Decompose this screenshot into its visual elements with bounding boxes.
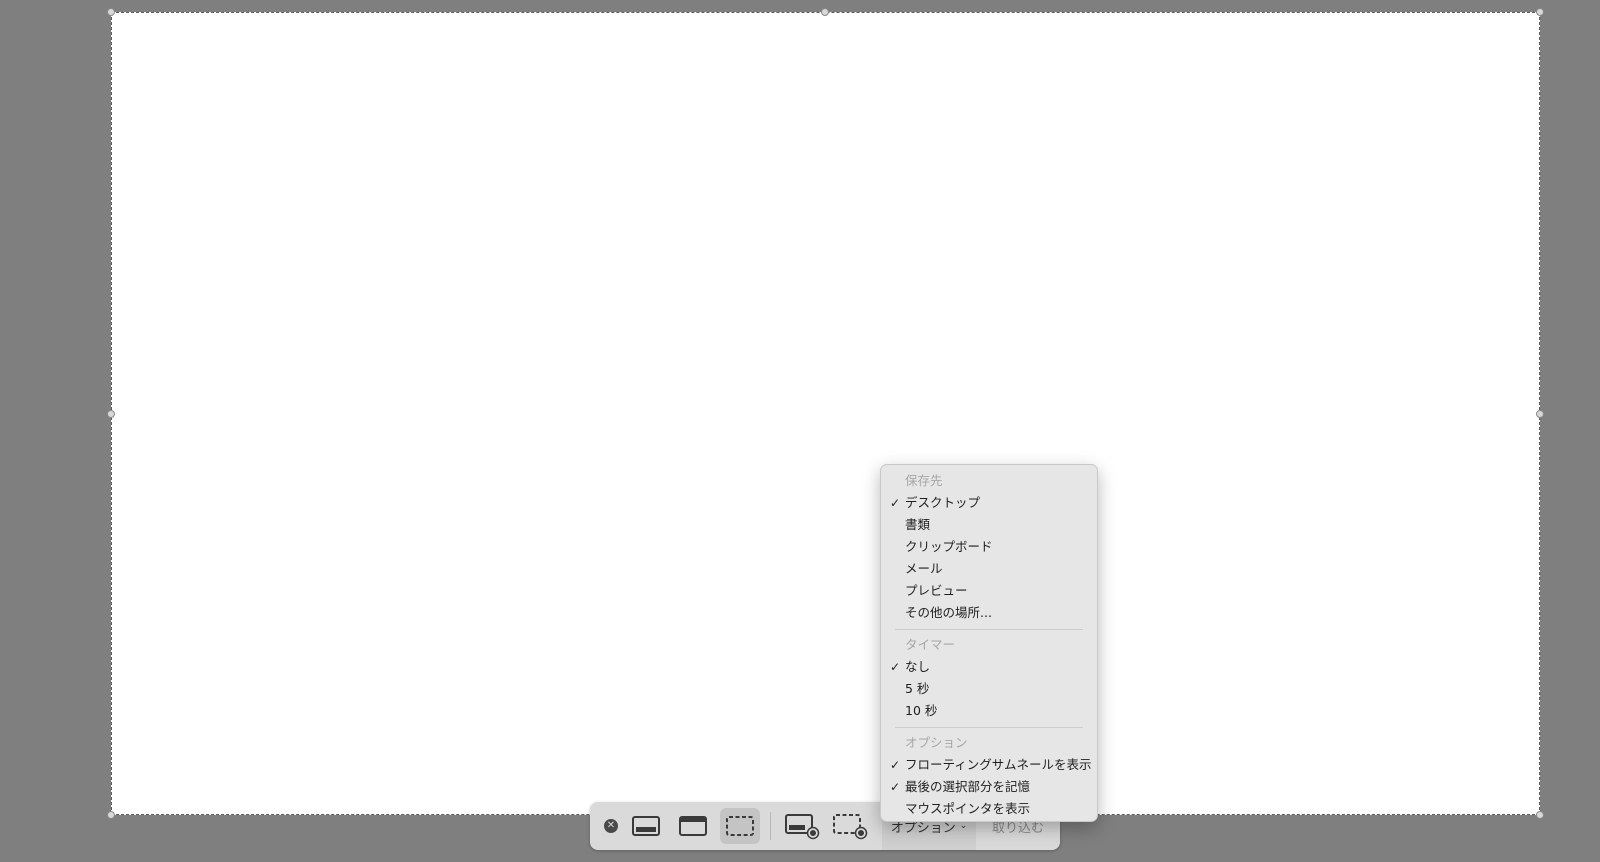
menu-item-show-mouse-pointer[interactable]: マウスポインタを表示 <box>881 798 1097 820</box>
menu-header-save-location: 保存先 <box>905 473 943 488</box>
menu-header-options: オプション <box>905 735 968 750</box>
entire-screen-icon <box>632 816 660 836</box>
resize-handle-middle-right[interactable] <box>1536 410 1544 418</box>
capture-window-button[interactable] <box>673 808 713 844</box>
menu-item-label: プレビュー <box>905 583 968 598</box>
checkmark-icon: ✓ <box>890 660 901 674</box>
menu-item-documents[interactable]: 書類 <box>881 514 1097 536</box>
menu-item-label: マウスポインタを表示 <box>905 801 1031 816</box>
resize-handle-middle-left[interactable] <box>107 410 115 418</box>
record-selection-icon <box>833 814 868 840</box>
resize-handle-top-center[interactable] <box>821 8 829 16</box>
menu-item-label: 最後の選択部分を記憶 <box>905 779 1031 794</box>
menu-item-clipboard[interactable]: クリップボード <box>881 536 1097 558</box>
menu-item-preview[interactable]: プレビュー <box>881 580 1097 602</box>
toolbar-divider <box>770 812 771 840</box>
menu-item-show-floating-thumbnail[interactable]: ✓ フローティングサムネールを表示 <box>881 754 1097 776</box>
menu-item-timer-none[interactable]: ✓ なし <box>881 656 1097 678</box>
menu-item-label: なし <box>905 659 931 674</box>
menu-item-label: フローティングサムネールを表示 <box>905 757 1092 772</box>
window-icon <box>679 816 707 836</box>
checkmark-icon: ✓ <box>890 496 901 510</box>
resize-handle-bottom-right[interactable] <box>1536 811 1544 819</box>
menu-item-label: メール <box>905 561 943 576</box>
menu-item-label: 10 秒 <box>905 703 938 718</box>
record-screen-icon <box>785 814 820 840</box>
menu-item-desktop[interactable]: ✓ デスクトップ <box>881 492 1097 514</box>
menu-item-other-location[interactable]: その他の場所... <box>881 602 1097 624</box>
capture-selection-area[interactable] <box>111 12 1540 815</box>
resize-handle-bottom-left[interactable] <box>107 811 115 819</box>
menu-separator <box>895 629 1083 630</box>
resize-handle-top-right[interactable] <box>1536 8 1544 16</box>
menu-item-mail[interactable]: メール <box>881 558 1097 580</box>
record-entire-screen-button[interactable] <box>782 808 822 844</box>
selection-icon <box>726 816 754 836</box>
chevron-down-icon: ⌄ <box>959 821 968 831</box>
menu-separator <box>895 727 1083 728</box>
menu-item-label: その他の場所... <box>905 605 992 620</box>
capture-entire-screen-button[interactable] <box>626 808 666 844</box>
record-selection-button[interactable] <box>830 808 870 844</box>
menu-item-label: クリップボード <box>905 539 993 554</box>
menu-item-timer-5s[interactable]: 5 秒 <box>881 678 1097 700</box>
menu-item-label: 5 秒 <box>905 681 930 696</box>
menu-header-timer: タイマー <box>905 637 956 652</box>
options-menu: 保存先 ✓ デスクトップ 書類 クリップボード メール プレビュー その他の場所… <box>880 464 1098 822</box>
menu-item-remember-last-selection[interactable]: ✓ 最後の選択部分を記憶 <box>881 776 1097 798</box>
checkmark-icon: ✓ <box>890 780 901 794</box>
close-icon: ✕ <box>606 820 616 831</box>
close-button[interactable]: ✕ <box>604 819 618 833</box>
capture-selection-button[interactable] <box>720 808 760 844</box>
checkmark-icon: ✓ <box>890 758 901 772</box>
menu-item-label: デスクトップ <box>905 495 981 510</box>
menu-item-timer-10s[interactable]: 10 秒 <box>881 700 1097 722</box>
menu-item-label: 書類 <box>905 517 931 532</box>
resize-handle-top-left[interactable] <box>107 8 115 16</box>
